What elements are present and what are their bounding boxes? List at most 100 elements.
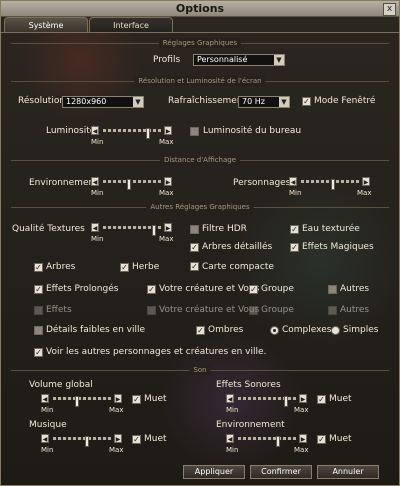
arbres-detailles-checkbox[interactable]: ✓ [190, 243, 199, 252]
slider-track[interactable] [238, 396, 296, 407]
profils-dropdown[interactable]: Personnalisé ▼ [193, 54, 285, 66]
close-button[interactable]: x [383, 3, 396, 16]
slider-max-label: Max [357, 189, 372, 197]
slider-track[interactable] [103, 128, 161, 139]
slider-thumb[interactable] [152, 225, 156, 236]
ombres-label: Ombres [208, 325, 244, 335]
autres-effets-checkbox[interactable] [328, 306, 337, 315]
votre-creature-effets-label: Votre créature et Vous [159, 305, 260, 315]
details-faibles-checkbox[interactable] [34, 326, 43, 335]
slider-min-label: Min [91, 189, 104, 197]
slider-track[interactable] [103, 179, 161, 190]
eau-texturee-checkbox[interactable]: ✓ [290, 225, 299, 234]
confirm-button[interactable]: Confirmer [250, 465, 312, 479]
tab-interface[interactable]: Interface [89, 17, 173, 32]
groupe-checkbox[interactable]: ✓ [249, 285, 258, 294]
environnement-sound-slider[interactable]: ◀ ▶ Min Max [226, 434, 316, 454]
effets-checkbox[interactable] [34, 306, 43, 315]
slider-min-label: Min [289, 189, 302, 197]
effets-prolonges-checkbox[interactable]: ✓ [34, 285, 43, 294]
effets-magiques-checkbox[interactable]: ✓ [290, 243, 299, 252]
carte-compacte-label: Carte compacte [202, 262, 274, 272]
slider-left-arrow-icon[interactable]: ◀ [41, 434, 49, 443]
slider-thumb[interactable] [127, 179, 131, 190]
section-graphics-title: Réglages Graphiques [158, 38, 242, 48]
musique-mute-checkbox[interactable]: ✓ [132, 435, 141, 444]
musique-mute-label: Muet [144, 434, 167, 444]
slider-right-arrow-icon[interactable]: ▶ [114, 394, 122, 403]
slider-left-arrow-icon[interactable]: ◀ [91, 223, 99, 232]
slider-right-arrow-icon[interactable]: ▶ [362, 177, 370, 186]
slider-right-arrow-icon[interactable]: ▶ [299, 394, 307, 403]
ombres-checkbox[interactable]: ✓ [196, 326, 205, 335]
slider-left-arrow-icon[interactable]: ◀ [226, 434, 234, 443]
slider-left-arrow-icon[interactable]: ◀ [91, 177, 99, 186]
brightness-slider[interactable]: ◀ ▶ Min Max [91, 126, 181, 146]
herbe-checkbox[interactable]: ✓ [120, 263, 129, 272]
volume-global-mute-checkbox[interactable]: ✓ [132, 395, 141, 404]
slider-min-label: Min [91, 138, 104, 146]
texture-quality-slider[interactable]: ◀ ▶ Min Max [91, 223, 181, 243]
refresh-dropdown[interactable]: 70 Hz ▼ [238, 96, 290, 108]
votre-creature-effets-checkbox[interactable] [147, 306, 156, 315]
slider-thumb[interactable] [284, 396, 288, 407]
filtre-hdr-checkbox[interactable] [190, 225, 199, 234]
apply-button[interactable]: Appliquer [183, 465, 245, 479]
dropdown-arrow-icon: ▼ [274, 55, 284, 65]
effets-sonores-slider[interactable]: ◀ ▶ Min Max [226, 394, 316, 414]
votre-creature-checkbox[interactable]: ✓ [147, 285, 156, 294]
tab-systeme[interactable]: Système [4, 17, 88, 32]
groupe-effets-label: Groupe [261, 305, 294, 315]
arbres-checkbox[interactable]: ✓ [34, 263, 43, 272]
window-title: Options [175, 2, 225, 15]
effets-sonores-mute-checkbox[interactable]: ✓ [317, 395, 326, 404]
slider-thumb[interactable] [331, 179, 335, 190]
section-resolution-title: Résolution et Luminosité de l'écran [134, 76, 266, 86]
slider-thumb[interactable] [75, 396, 79, 407]
cancel-button[interactable]: Annuler [317, 465, 379, 479]
characters-slider[interactable]: ◀ ▶ Min Max [289, 177, 379, 197]
voir-autres-checkbox[interactable]: ✓ [34, 348, 43, 357]
refresh-label: Rafraîchissement [168, 96, 247, 106]
slider-right-arrow-icon[interactable]: ▶ [114, 434, 122, 443]
groupe-effets-checkbox[interactable] [249, 306, 258, 315]
slider-track[interactable] [238, 436, 296, 447]
environment-slider[interactable]: ◀ ▶ Min Max [91, 177, 181, 197]
slider-thumb[interactable] [85, 436, 89, 447]
slider-left-arrow-icon[interactable]: ◀ [226, 394, 234, 403]
filtre-hdr-label: Filtre HDR [202, 224, 247, 234]
carte-compacte-checkbox[interactable]: ✓ [190, 262, 199, 271]
volume-global-slider[interactable]: ◀ ▶ Min Max [41, 394, 131, 414]
slider-right-arrow-icon[interactable]: ▶ [164, 177, 172, 186]
slider-left-arrow-icon[interactable]: ◀ [289, 177, 297, 186]
slider-right-arrow-icon[interactable]: ▶ [164, 223, 172, 232]
slider-right-arrow-icon[interactable]: ▶ [299, 434, 307, 443]
musique-slider[interactable]: ◀ ▶ Min Max [41, 434, 131, 454]
slider-right-arrow-icon[interactable]: ▶ [164, 126, 172, 135]
slider-track[interactable] [53, 436, 111, 447]
slider-left-arrow-icon[interactable]: ◀ [91, 126, 99, 135]
characters-label: Personnages [233, 178, 291, 188]
effets-label: Effets [46, 305, 72, 315]
slider-left-arrow-icon[interactable]: ◀ [41, 394, 49, 403]
slider-thumb[interactable] [276, 436, 280, 447]
slider-min-label: Min [226, 406, 239, 414]
herbe-label: Herbe [132, 262, 160, 272]
window-mode-checkbox[interactable]: ✓ [302, 97, 311, 106]
effets-sonores-label: Effets Sonores [216, 380, 281, 390]
slider-track[interactable] [53, 396, 111, 407]
environnement-mute-checkbox[interactable]: ✓ [317, 435, 326, 444]
refresh-value: 70 Hz [242, 97, 265, 106]
slider-track[interactable] [103, 225, 161, 236]
tab-divider [1, 32, 399, 33]
simples-radio[interactable] [331, 326, 340, 335]
resolution-dropdown[interactable]: 1280x960 ▼ [62, 96, 144, 108]
slider-track[interactable] [301, 179, 359, 190]
autres-checkbox[interactable] [328, 285, 337, 294]
volume-global-mute-label: Muet [144, 394, 167, 404]
votre-creature-label: Votre créature et Vous [159, 284, 260, 294]
slider-thumb[interactable] [146, 128, 150, 139]
complexes-radio[interactable] [270, 326, 279, 335]
desktop-brightness-checkbox[interactable] [190, 127, 199, 136]
musique-label: Musique [29, 420, 67, 430]
